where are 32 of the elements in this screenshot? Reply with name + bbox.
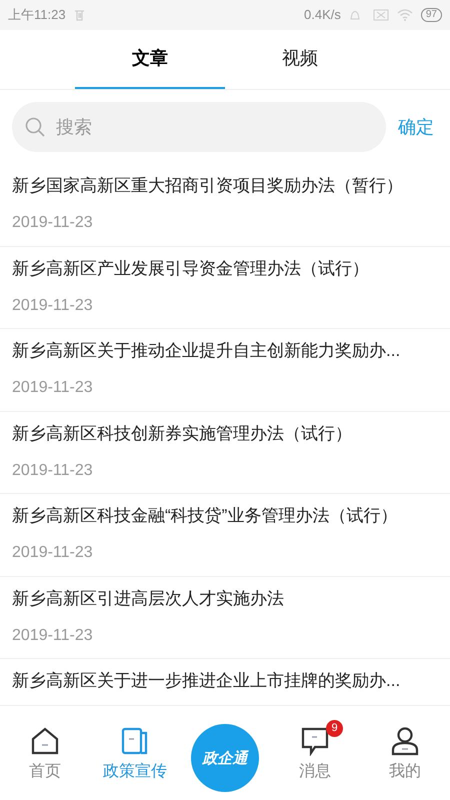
user-icon bbox=[390, 726, 420, 756]
home-icon bbox=[30, 726, 60, 756]
article-date: 2019-11-23 bbox=[12, 626, 94, 646]
article-title[interactable]: 新乡高新区产业发展引导资金管理办法（试行） bbox=[12, 256, 438, 280]
network-speed: 0.4K/s bbox=[304, 6, 341, 24]
article-title[interactable]: 新乡高新区科技金融“科技贷”业务管理办法（试行） bbox=[12, 504, 438, 528]
article-date: 2019-11-23 bbox=[12, 378, 94, 398]
trash-icon bbox=[74, 9, 85, 21]
sim-icon bbox=[372, 9, 389, 21]
battery-indicator: 97 bbox=[420, 8, 442, 22]
notification-badge: 9 bbox=[326, 720, 343, 737]
nav-item[interactable]: 9 消息 bbox=[287, 720, 343, 784]
status-time: 上午11:23 bbox=[8, 6, 66, 24]
article-title[interactable]: 新乡高新区科技创新券实施管理办法（试行） bbox=[12, 422, 438, 446]
article-date: 2019-11-23 bbox=[12, 296, 94, 316]
nav-item[interactable]: 首页 bbox=[17, 720, 73, 784]
tab[interactable]: 视频 bbox=[225, 30, 375, 89]
article-date: 2019-11-23 bbox=[12, 543, 94, 563]
chat-icon bbox=[300, 726, 330, 756]
article-title[interactable]: 新乡高新区关于进一步推进企业上市挂牌的奖励办... bbox=[12, 669, 438, 693]
article-title[interactable]: 新乡高新区引进高层次人才实施办法 bbox=[12, 586, 438, 610]
nav-item[interactable]: 我的 bbox=[377, 720, 433, 784]
article-title[interactable]: 新乡高新区关于推动企业提升自主创新能力奖励办... bbox=[12, 339, 438, 363]
bell-icon bbox=[348, 9, 361, 21]
wifi-icon bbox=[396, 9, 413, 21]
article-title[interactable]: 新乡国家高新区重大招商引资项目奖励办法（暂行） bbox=[12, 174, 438, 198]
article-date: 2019-11-23 bbox=[12, 460, 94, 480]
article-date: 2019-11-23 bbox=[12, 213, 94, 233]
search-field[interactable]: 搜索 bbox=[12, 102, 386, 152]
document-icon bbox=[120, 726, 150, 756]
search-icon bbox=[24, 116, 46, 138]
tab[interactable]: 文章 bbox=[75, 30, 225, 89]
